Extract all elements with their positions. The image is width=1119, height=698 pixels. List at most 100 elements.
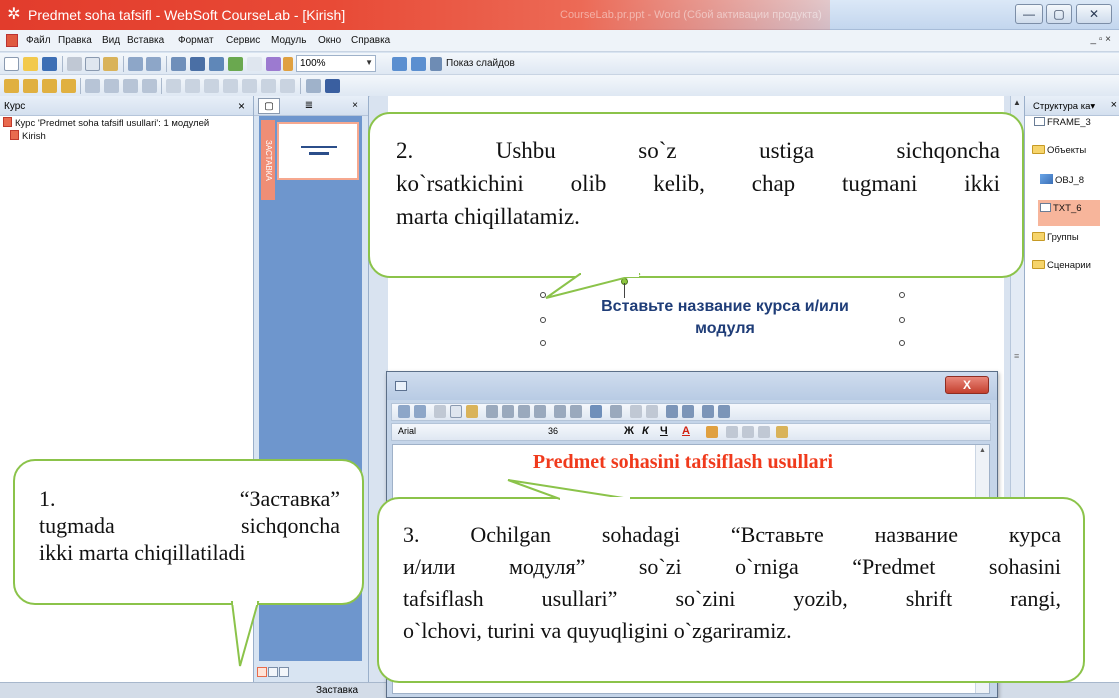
scroll-grip-icon[interactable]: ≡	[1014, 351, 1019, 361]
menu-tools[interactable]: Сервис	[226, 35, 260, 46]
cut-icon[interactable]	[434, 405, 446, 418]
resize-handle[interactable]	[899, 340, 905, 346]
master-view-icon[interactable]	[279, 667, 289, 677]
document-icon[interactable]	[6, 34, 18, 47]
insert-table-icon[interactable]	[610, 405, 622, 418]
spellcheck-icon[interactable]	[758, 426, 770, 438]
edited-text[interactable]: Predmet sohasini tafsiflash usullari	[393, 451, 973, 474]
table-delete-icon[interactable]	[646, 405, 658, 418]
module-next-icon[interactable]	[411, 57, 426, 71]
underline-button[interactable]: Ч	[660, 425, 668, 437]
resize-handle[interactable]	[540, 317, 546, 323]
insert-field-icon[interactable]	[718, 405, 730, 418]
tree-item-module[interactable]: Kirish	[0, 130, 253, 143]
media-icon[interactable]	[228, 57, 243, 71]
fill-color-icon[interactable]	[306, 79, 321, 93]
slideshow-icon[interactable]	[430, 57, 442, 71]
slide-type-label[interactable]: ЗАСТАВКА	[261, 120, 275, 200]
open-icon[interactable]	[23, 57, 38, 71]
bullet-list-icon[interactable]	[570, 405, 582, 418]
special-char-icon[interactable]	[702, 405, 714, 418]
align-right-icon[interactable]	[123, 79, 138, 93]
align-right-icon[interactable]	[518, 405, 530, 418]
menu-help[interactable]: Справка	[351, 35, 390, 46]
minimize-button[interactable]: —	[1015, 4, 1043, 24]
space-h-icon[interactable]	[261, 79, 276, 93]
tab-outline[interactable]: ≣	[298, 98, 320, 114]
menu-window[interactable]: Окно	[318, 35, 341, 46]
tree-item-course[interactable]: Курс 'Predmet soha tafsifl usullari': 1 …	[0, 117, 253, 130]
tab-slides[interactable]: ▢	[258, 98, 280, 114]
forward-icon[interactable]	[42, 79, 57, 93]
bold-button[interactable]: Ж	[624, 425, 634, 437]
distribute-v-icon[interactable]	[185, 79, 200, 93]
menu-format[interactable]: Формат	[178, 35, 214, 46]
same-size-icon[interactable]	[242, 79, 257, 93]
module-prev-icon[interactable]	[392, 57, 407, 71]
replace-icon[interactable]	[742, 426, 754, 438]
close-icon[interactable]: ×	[344, 98, 366, 114]
font-size-select[interactable]: 36	[548, 426, 598, 439]
numbered-list-icon[interactable]	[554, 405, 566, 418]
save-icon[interactable]	[42, 57, 57, 71]
dialog-title-bar[interactable]: X	[387, 372, 997, 400]
send-back-icon[interactable]	[23, 79, 38, 93]
align-left-icon[interactable]	[486, 405, 498, 418]
structure-item-groups[interactable]: Группы	[1032, 232, 1079, 243]
menu-insert[interactable]: Вставка	[127, 35, 164, 46]
paste-icon[interactable]	[466, 405, 478, 418]
frame-icon[interactable]	[171, 57, 186, 71]
undo-icon[interactable]	[128, 57, 143, 71]
align-center-icon[interactable]	[104, 79, 119, 93]
line-color-icon[interactable]	[325, 79, 340, 93]
dialog-close-button[interactable]: X	[945, 376, 989, 394]
scroll-up-icon[interactable]: ▲	[979, 447, 986, 454]
redo-icon[interactable]	[146, 57, 161, 71]
menu-edit[interactable]: Правка	[58, 35, 92, 46]
mdi-window-controls[interactable]: _ ▫ ×	[1090, 34, 1111, 45]
align-top-icon[interactable]	[142, 79, 157, 93]
maximize-button[interactable]: ▢	[1046, 4, 1072, 24]
scroll-up-icon[interactable]: ▲	[1013, 98, 1021, 107]
same-width-icon[interactable]	[204, 79, 219, 93]
course-title-object[interactable]: Вставьте название курса и/или модуля	[550, 296, 900, 340]
menu-module[interactable]: Модуль	[271, 35, 306, 46]
preview-icon[interactable]	[266, 57, 281, 71]
distribute-h-icon[interactable]	[166, 79, 181, 93]
structure-item-obj[interactable]: OBJ_8	[1040, 174, 1084, 186]
bring-front-icon[interactable]	[4, 79, 19, 93]
italic-button[interactable]: К	[642, 425, 649, 437]
close-icon[interactable]: ×	[238, 99, 245, 113]
table-edit-icon[interactable]	[630, 405, 642, 418]
format-painter-icon[interactable]	[706, 426, 718, 438]
justify-icon[interactable]	[534, 405, 546, 418]
wand-icon[interactable]	[283, 57, 293, 71]
font-family-select[interactable]: Arial	[398, 426, 538, 439]
outdent-icon[interactable]	[682, 405, 694, 418]
slide-thumbnail[interactable]	[277, 122, 359, 180]
object-icon[interactable]	[190, 57, 205, 71]
zoom-select[interactable]: 100% ▼	[296, 55, 376, 72]
close-icon[interactable]: ×	[1111, 99, 1117, 111]
structure-item-scenarios[interactable]: Сценарии	[1032, 260, 1091, 271]
backward-icon[interactable]	[61, 79, 76, 93]
copy-icon[interactable]	[85, 57, 100, 71]
copy-icon[interactable]	[450, 405, 462, 418]
find-icon[interactable]	[726, 426, 738, 438]
pointer-icon[interactable]	[247, 57, 262, 71]
menu-view[interactable]: Вид	[102, 35, 120, 46]
space-v-icon[interactable]	[280, 79, 295, 93]
menu-file[interactable]: Файл	[26, 35, 51, 46]
cut-icon[interactable]	[67, 57, 82, 71]
indent-icon[interactable]	[666, 405, 678, 418]
same-height-icon[interactable]	[223, 79, 238, 93]
paste-icon[interactable]	[103, 57, 118, 71]
structure-item-frame[interactable]: FRAME_3	[1034, 117, 1091, 128]
undo-icon[interactable]	[398, 405, 410, 418]
structure-panel-title[interactable]: Структура ка▾	[1033, 101, 1095, 112]
align-left-icon[interactable]	[85, 79, 100, 93]
source-icon[interactable]	[776, 426, 788, 438]
font-color-button[interactable]: A	[682, 425, 690, 437]
resize-handle[interactable]	[540, 340, 546, 346]
close-button[interactable]: ✕	[1076, 4, 1112, 24]
